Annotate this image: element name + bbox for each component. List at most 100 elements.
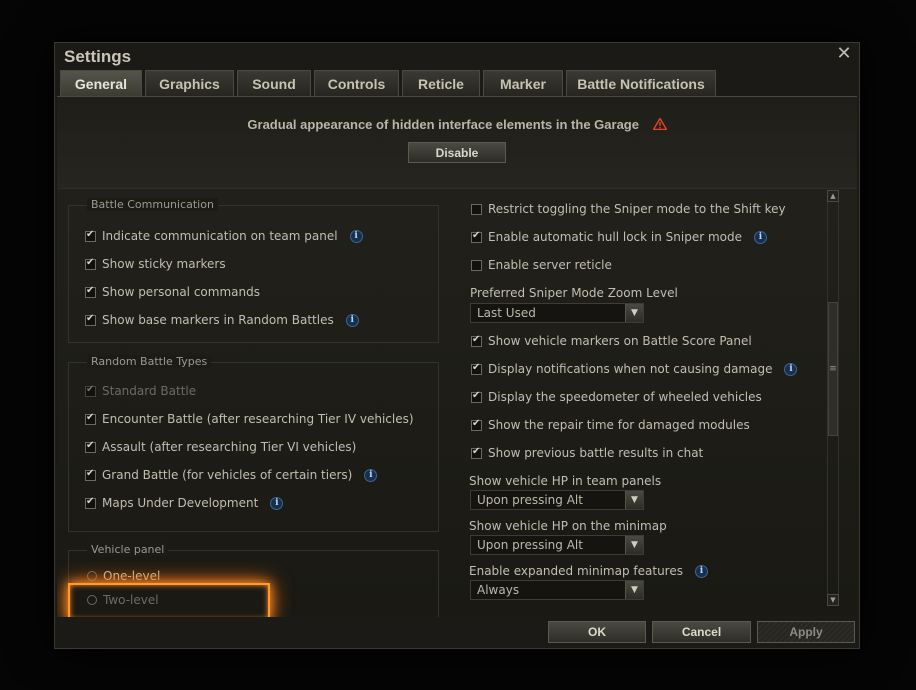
warning-icon (652, 118, 667, 130)
tab-sound[interactable]: Sound (237, 70, 311, 96)
checkbox-personal-commands[interactable]: Show personal commands (85, 285, 260, 299)
radio-one-level[interactable]: One-level (87, 569, 160, 583)
checkbox-box[interactable] (85, 257, 96, 270)
tab-marker[interactable]: Marker (483, 70, 563, 96)
info-icon[interactable]: i (349, 229, 363, 243)
disable-button[interactable]: Disable (408, 142, 506, 163)
checkbox-box[interactable] (471, 362, 482, 375)
checkbox-vehicle-markers[interactable]: Show vehicle markers on Battle Score Pan… (471, 334, 752, 348)
tab-general[interactable]: General (60, 70, 142, 96)
scroll-down-icon[interactable]: ▼ (827, 594, 839, 606)
checkbox-server-reticle[interactable]: Enable server reticle (471, 258, 612, 272)
chevron-down-icon[interactable]: ▼ (625, 581, 643, 599)
checkbox-label: Show base markers in Random Battles (102, 313, 334, 327)
ok-button[interactable]: OK (548, 621, 646, 643)
settings-content: Battle Communication Indicate communicat… (57, 190, 857, 617)
checkbox-speedometer[interactable]: Display the speedometer of wheeled vehic… (471, 390, 762, 404)
checkbox-box[interactable] (471, 390, 482, 403)
radio-button[interactable] (87, 571, 97, 581)
checkbox-box[interactable] (471, 446, 482, 459)
chevron-down-icon[interactable]: ▼ (625, 491, 643, 509)
settings-window: Settings ✕ General Graphics Sound Contro… (54, 42, 860, 649)
chevron-down-icon[interactable]: ▼ (625, 304, 643, 322)
info-icon[interactable]: i (754, 230, 768, 244)
checkbox-label: Maps Under Development (102, 496, 259, 510)
zoom-level-label: Preferred Sniper Mode Zoom Level (470, 286, 678, 300)
checkbox-label: Enable automatic hull lock in Sniper mod… (488, 230, 743, 244)
minimap-features-label-row: Enable expanded minimap features i (469, 564, 708, 578)
info-icon[interactable]: i (784, 362, 798, 376)
checkbox-maps-under-development[interactable]: Maps Under Development i (85, 496, 284, 510)
checkbox-encounter-battle[interactable]: Encounter Battle (after researching Tier… (85, 412, 414, 426)
checkbox-box[interactable] (471, 230, 482, 243)
dropdown-value: Always (477, 583, 520, 597)
banner-text: Gradual appearance of hidden interface e… (247, 117, 639, 132)
checkbox-label: Show the repair time for damaged modules (488, 418, 750, 432)
info-icon[interactable]: i (694, 564, 708, 578)
checkbox-hull-lock[interactable]: Enable automatic hull lock in Sniper mod… (471, 230, 768, 244)
checkbox-restrict-sniper[interactable]: Restrict toggling the Sniper mode to the… (471, 202, 786, 216)
checkbox-box[interactable] (471, 203, 482, 215)
dropdown-value: Upon pressing Alt (477, 493, 583, 507)
window-title: Settings (64, 47, 132, 66)
checkbox-box[interactable] (85, 229, 96, 242)
tab-reticle[interactable]: Reticle (402, 70, 480, 96)
cancel-button[interactable]: Cancel (652, 621, 751, 643)
minimap-features-dropdown[interactable]: Always ▼ (470, 580, 644, 600)
info-icon[interactable]: i (345, 313, 359, 327)
banner-message: Gradual appearance of hidden interface e… (57, 117, 857, 132)
checkbox-assault[interactable]: Assault (after researching Tier VI vehic… (85, 440, 356, 454)
battle-communication-title: Battle Communication (87, 198, 218, 211)
scrollbar-thumb[interactable]: ≡ (828, 302, 838, 436)
vehicle-panel-title: Vehicle panel (87, 543, 169, 556)
checkbox-label: Display notifications when not causing d… (488, 362, 773, 376)
checkbox-box[interactable] (85, 285, 96, 298)
tab-battle-notifications[interactable]: Battle Notifications (566, 70, 716, 96)
hp-minimap-dropdown[interactable]: Upon pressing Alt ▼ (470, 535, 644, 555)
hp-team-label: Show vehicle HP in team panels (469, 474, 662, 488)
checkbox-box[interactable] (471, 334, 482, 347)
scroll-up-icon[interactable]: ▲ (827, 190, 839, 202)
general-tab-panel: Gradual appearance of hidden interface e… (57, 96, 857, 617)
checkbox-label: Display the speedometer of wheeled vehic… (488, 390, 762, 404)
zoom-level-dropdown[interactable]: Last Used ▼ (470, 303, 644, 323)
info-icon[interactable]: i (364, 468, 378, 482)
checkbox-box[interactable] (471, 259, 482, 271)
checkbox-repair-time[interactable]: Show the repair time for damaged modules (471, 418, 750, 432)
info-icon[interactable]: i (270, 496, 284, 510)
chevron-down-icon[interactable]: ▼ (625, 536, 643, 554)
radio-label: One-level (103, 569, 161, 583)
checkbox-standard-battle: Standard Battle (85, 384, 196, 398)
checkbox-box[interactable] (85, 440, 96, 453)
checkbox-label: Show vehicle markers on Battle Score Pan… (488, 334, 752, 348)
tab-controls[interactable]: Controls (314, 70, 399, 96)
checkbox-label: Enable server reticle (488, 258, 612, 272)
random-battle-types-title: Random Battle Types (87, 355, 212, 368)
checkbox-label: Show personal commands (102, 285, 260, 299)
checkbox-box (85, 384, 96, 397)
checkbox-base-markers[interactable]: Show base markers in Random Battles i (85, 313, 359, 327)
minimap-features-label: Enable expanded minimap features (469, 564, 683, 578)
checkbox-label: Indicate communication on team panel (102, 229, 338, 243)
checkbox-label: Encounter Battle (after researching Tier… (102, 412, 414, 426)
scrollbar[interactable]: ▲ ≡ ▼ (827, 190, 839, 617)
checkbox-damage-notifications[interactable]: Display notifications when not causing d… (471, 362, 798, 376)
tab-bar: General Graphics Sound Controls Reticle … (60, 70, 719, 96)
checkbox-box[interactable] (85, 412, 96, 425)
checkbox-battle-results[interactable]: Show previous battle results in chat (471, 446, 703, 460)
close-icon[interactable]: ✕ (835, 45, 853, 63)
checkbox-sticky-markers[interactable]: Show sticky markers (85, 257, 226, 271)
checkbox-label: Grand Battle (for vehicles of certain ti… (102, 468, 353, 482)
checkbox-grand-battle[interactable]: Grand Battle (for vehicles of certain ti… (85, 468, 378, 482)
checkbox-indicate-communication[interactable]: Indicate communication on team panel i (85, 229, 363, 243)
checkbox-box[interactable] (471, 418, 482, 431)
highlight-frame (68, 583, 270, 617)
checkbox-box[interactable] (85, 468, 96, 481)
hp-team-dropdown[interactable]: Upon pressing Alt ▼ (470, 490, 644, 510)
apply-button[interactable]: Apply (757, 621, 855, 643)
checkbox-box[interactable] (85, 496, 96, 509)
tab-graphics[interactable]: Graphics (145, 70, 234, 96)
checkbox-label: Restrict toggling the Sniper mode to the… (488, 202, 786, 216)
checkbox-box[interactable] (85, 313, 96, 326)
checkbox-label: Show sticky markers (102, 257, 226, 271)
